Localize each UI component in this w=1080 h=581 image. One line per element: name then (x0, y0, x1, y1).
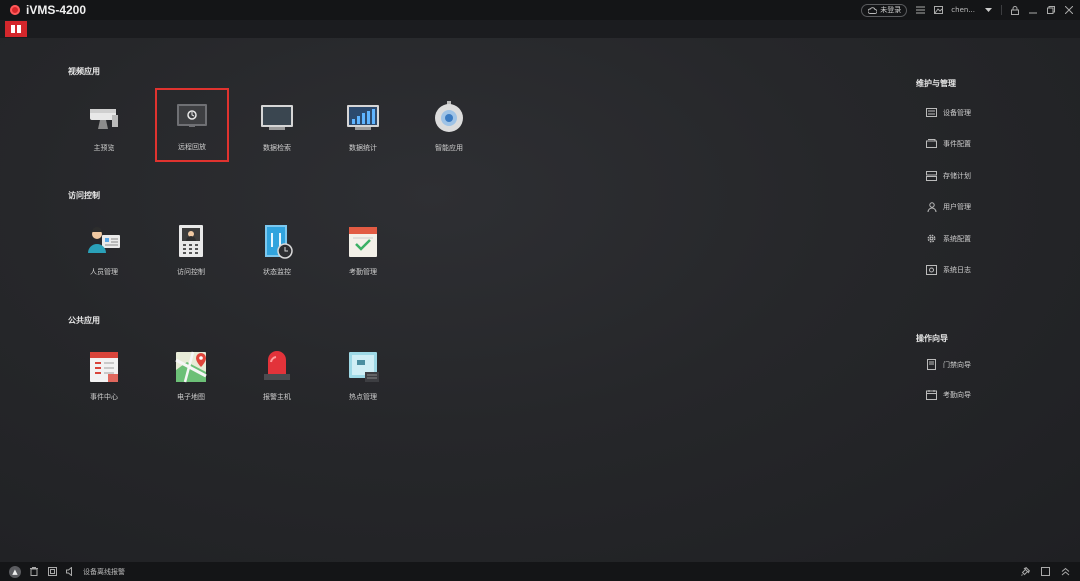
trash-icon[interactable] (29, 567, 39, 577)
section-title-access: 访问控制 (68, 191, 100, 200)
tile-status-monitor[interactable]: 状态监控 (241, 215, 313, 287)
menu-label: 系统日志 (943, 265, 971, 274)
tile-label: 数据检索 (263, 144, 291, 152)
tile-main-preview[interactable]: 主预览 (68, 91, 140, 163)
title-bar-controls: 未登录 chen... (861, 0, 1074, 20)
chevron-down-icon[interactable] (983, 5, 993, 15)
tile-label: 智能应用 (435, 144, 463, 152)
attendance-guide-icon (926, 389, 937, 400)
fullscreen-icon[interactable] (1040, 567, 1050, 577)
grid-icon-bar (17, 25, 21, 33)
tile-label: 电子地图 (177, 393, 205, 401)
status-message: 设备离线报警 (83, 567, 125, 576)
app-logo-icon (10, 5, 20, 15)
section-title-video: 视频应用 (68, 67, 100, 76)
maintenance-title: 维护与管理 (916, 79, 956, 88)
menu-storage-schedule[interactable]: 存储计划 (926, 170, 971, 181)
status-bar: ▲ 设备离线报警 (0, 562, 1080, 581)
tile-data-statistics[interactable]: 数据统计 (327, 91, 399, 163)
tile-alarm-host[interactable]: 报警主机 (241, 340, 313, 412)
tile-access-control[interactable]: 访问控制 (155, 215, 227, 287)
tile-label: 热点管理 (349, 393, 377, 401)
tile-hotspot-management[interactable]: 热点管理 (327, 340, 399, 412)
close-icon[interactable] (1064, 5, 1074, 15)
event-config-icon (926, 138, 937, 149)
menu-label: 用户管理 (943, 202, 971, 211)
chevron-up-icon[interactable] (1060, 567, 1070, 577)
tile-attendance-management[interactable]: 考勤管理 (327, 215, 399, 287)
menu-device-management[interactable]: 设备管理 (926, 107, 971, 118)
tile-data-search[interactable]: 数据检索 (241, 91, 313, 163)
calendar-icon (345, 225, 381, 259)
intercom-icon (173, 225, 209, 259)
tile-label: 状态监控 (263, 268, 291, 276)
menu-system-config[interactable]: 系统配置 (926, 233, 971, 244)
status-bar-left: ▲ 设备离线报警 (9, 565, 125, 578)
user-icon (926, 201, 937, 212)
cloud-icon (867, 5, 877, 15)
list-icon[interactable] (915, 5, 925, 15)
door-guide-icon (926, 359, 937, 370)
tile-label: 报警主机 (263, 393, 291, 401)
pin-icon[interactable] (1020, 567, 1030, 577)
menu-door-guide[interactable]: 门禁向导 (926, 359, 971, 370)
tile-label: 远程回放 (178, 143, 206, 151)
hotspot-icon (345, 350, 381, 384)
event-icon (86, 350, 122, 384)
login-status-label: 未登录 (880, 6, 902, 14)
grid-icon[interactable] (47, 567, 57, 577)
statistics-icon (345, 101, 381, 135)
main-panel: 视频应用 主预览 远程回放 数据检索 数据统计 智能应用 访问控制 人员管理 访… (0, 38, 1080, 562)
camera-icon (86, 101, 122, 135)
menu-label: 考勤向导 (943, 390, 971, 399)
section-title-public: 公共应用 (68, 316, 100, 325)
door-monitor-icon (259, 225, 295, 259)
menu-user-management[interactable]: 用户管理 (926, 201, 971, 212)
minimize-icon[interactable] (1028, 5, 1038, 15)
storage-icon (926, 170, 937, 181)
guide-title: 操作向导 (916, 334, 948, 343)
lock-icon[interactable] (1010, 5, 1020, 15)
speaker-icon[interactable] (65, 567, 75, 577)
tile-label: 主预览 (93, 144, 115, 152)
menu-label: 存储计划 (943, 171, 971, 180)
tile-remote-playback[interactable]: 远程回放 (155, 88, 229, 162)
device-icon (926, 107, 937, 118)
status-bar-right (1020, 567, 1070, 577)
menu-label: 门禁向导 (943, 360, 971, 369)
menu-label: 事件配置 (943, 139, 971, 148)
tile-smart-app[interactable]: 智能应用 (413, 91, 485, 163)
alarm-light-icon (259, 350, 295, 384)
grid-icon-bar (11, 25, 15, 33)
main-menu-button[interactable] (5, 21, 27, 37)
tile-label: 事件中心 (90, 393, 118, 401)
app-title: iVMS-4200 (26, 3, 87, 17)
menu-system-log[interactable]: 系统日志 (926, 264, 971, 275)
dome-camera-icon (431, 101, 467, 135)
tile-label: 访问控制 (177, 268, 205, 276)
menu-label: 系统配置 (943, 234, 971, 243)
tile-label: 考勤管理 (349, 268, 377, 276)
menu-label: 设备管理 (943, 108, 971, 117)
divider (1001, 5, 1002, 15)
map-icon (173, 350, 209, 384)
tile-event-center[interactable]: 事件中心 (68, 340, 140, 412)
user-name[interactable]: chen... (951, 6, 975, 14)
restore-icon[interactable] (1046, 5, 1056, 15)
menu-attendance-guide[interactable]: 考勤向导 (926, 389, 971, 400)
image-icon[interactable] (933, 5, 943, 15)
person-card-icon (86, 225, 122, 259)
tile-label: 数据统计 (349, 144, 377, 152)
gear-icon (926, 233, 937, 244)
playback-icon (174, 100, 210, 134)
monitor-icon (259, 101, 295, 135)
menu-event-config[interactable]: 事件配置 (926, 138, 971, 149)
tile-e-map[interactable]: 电子地图 (155, 340, 227, 412)
title-bar: iVMS-4200 未登录 chen... (0, 0, 1080, 20)
log-icon (926, 264, 937, 275)
tile-label: 人员管理 (90, 268, 118, 276)
alarm-icon[interactable]: ▲ (9, 565, 21, 578)
tile-person-management[interactable]: 人员管理 (68, 215, 140, 287)
login-status-button[interactable]: 未登录 (861, 3, 908, 17)
